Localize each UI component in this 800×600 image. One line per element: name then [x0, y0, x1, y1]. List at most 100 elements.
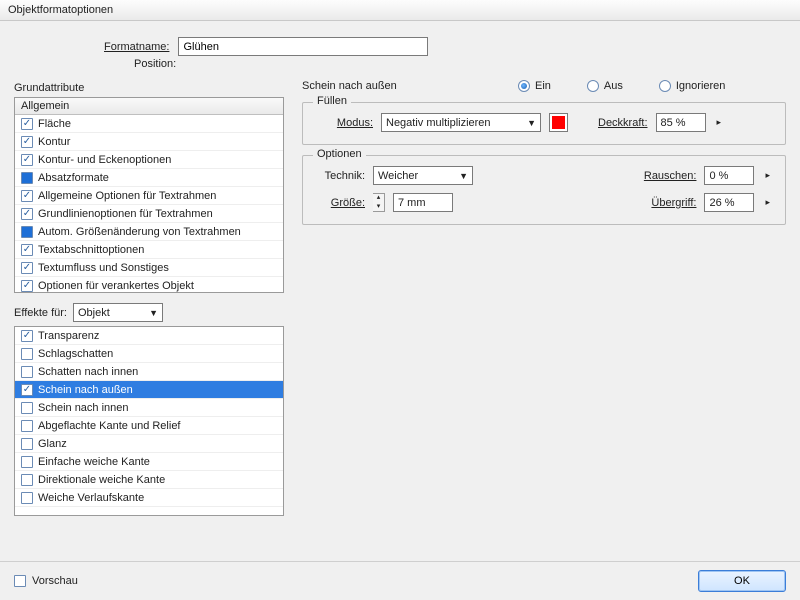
list-item[interactable]: Grundlinienoptionen für Textrahmen	[15, 205, 283, 223]
list-item[interactable]: Weiche Verlaufskante	[15, 489, 283, 507]
formatname-input[interactable]	[178, 37, 428, 56]
uebergriff-label: Übergriff:	[651, 197, 696, 209]
list-item[interactable]: Kontur- und Eckenoptionen	[15, 151, 283, 169]
size-spinner[interactable]: ▴▾	[373, 193, 385, 212]
stepper-icon[interactable]: ▸	[714, 117, 725, 128]
effects-list[interactable]: Transparenz Schlagschatten Schatten nach i…	[14, 326, 284, 516]
list-item-label: Allgemeine Optionen für Textrahmen	[38, 190, 216, 202]
list-item[interactable]: Transparenz	[15, 327, 283, 345]
checkbox-icon[interactable]	[21, 420, 33, 432]
radio-icon	[587, 80, 599, 92]
checkbox-icon[interactable]	[21, 172, 33, 184]
checkbox-icon[interactable]	[21, 366, 33, 378]
grundattribute-header: Allgemein	[15, 98, 283, 115]
optionen-legend: Optionen	[313, 148, 366, 160]
chevron-down-icon: ▼	[459, 171, 468, 181]
checkbox-icon[interactable]	[21, 348, 33, 360]
list-item[interactable]: Allgemeine Optionen für Textrahmen	[15, 187, 283, 205]
list-item[interactable]: Glanz	[15, 435, 283, 453]
radio-icon	[518, 80, 530, 92]
window-title: Objektformatoptionen	[0, 0, 800, 21]
list-item-label: Weiche Verlaufskante	[38, 492, 144, 504]
list-item-label: Schein nach außen	[38, 384, 133, 396]
checkbox-icon[interactable]	[21, 118, 33, 130]
list-item-label: Schein nach innen	[38, 402, 129, 414]
outer-glow-title: Schein nach außen	[302, 80, 482, 92]
uebergriff-input[interactable]: 26 %	[704, 193, 754, 212]
checkbox-icon[interactable]	[21, 438, 33, 450]
list-item-label: Absatzformate	[38, 172, 109, 184]
radio-icon	[659, 80, 671, 92]
optionen-group: Optionen Technik: Weicher ▼ Rauschen: 0 …	[302, 155, 786, 225]
vorschau-checkbox[interactable]: Vorschau	[14, 575, 78, 587]
effects-target-value: Objekt	[78, 307, 110, 319]
modus-dropdown[interactable]: Negativ multiplizieren ▼	[381, 113, 541, 132]
modus-value: Negativ multiplizieren	[386, 117, 491, 129]
checkbox-icon[interactable]	[21, 190, 33, 202]
radio-ignorieren[interactable]: Ignorieren	[659, 80, 726, 92]
list-item[interactable]: Einfache weiche Kante	[15, 453, 283, 471]
checkbox-icon[interactable]	[21, 330, 33, 342]
deckkraft-label: Deckkraft:	[598, 117, 648, 129]
list-item-label: Textabschnittoptionen	[38, 244, 144, 256]
radio-aus-label: Aus	[604, 80, 623, 92]
checkbox-icon[interactable]	[21, 384, 33, 396]
checkbox-icon[interactable]	[21, 208, 33, 220]
vorschau-label: Vorschau	[32, 575, 78, 587]
list-item-label: Schatten nach innen	[38, 366, 138, 378]
list-item[interactable]: Schein nach außen	[15, 381, 283, 399]
list-item-label: Einfache weiche Kante	[38, 456, 150, 468]
technik-dropdown[interactable]: Weicher ▼	[373, 166, 473, 185]
checkbox-icon[interactable]	[21, 154, 33, 166]
checkbox-icon[interactable]	[21, 262, 33, 274]
list-item-label: Direktionale weiche Kante	[38, 474, 165, 486]
list-item-label: Fläche	[38, 118, 71, 130]
radio-ign-label: Ignorieren	[676, 80, 726, 92]
stepper-icon[interactable]: ▸	[762, 170, 773, 181]
rauschen-input[interactable]: 0 %	[704, 166, 754, 185]
list-item[interactable]: Abgeflachte Kante und Relief	[15, 417, 283, 435]
list-item[interactable]: Schatten nach innen	[15, 363, 283, 381]
list-item[interactable]: Optionen für verankertes Objekt	[15, 277, 283, 293]
checkbox-icon[interactable]	[21, 474, 33, 486]
checkbox-icon[interactable]	[21, 244, 33, 256]
grundattribute-title: Grundattribute	[14, 82, 284, 94]
list-item[interactable]: Kontur	[15, 133, 283, 151]
list-item-label: Abgeflachte Kante und Relief	[38, 420, 181, 432]
list-item-label: Schlagschatten	[38, 348, 113, 360]
list-item-label: Kontur- und Eckenoptionen	[38, 154, 171, 166]
ok-button[interactable]: OK	[698, 570, 786, 592]
list-item-label: Transparenz	[38, 330, 99, 342]
list-item[interactable]: Autom. Größenänderung von Textrahmen	[15, 223, 283, 241]
checkbox-icon[interactable]	[21, 226, 33, 238]
formatname-label: Formatname:	[104, 41, 169, 53]
list-item-label: Grundlinienoptionen für Textrahmen	[38, 208, 213, 220]
list-item[interactable]: Absatzformate	[15, 169, 283, 187]
color-swatch[interactable]	[549, 113, 568, 132]
list-item[interactable]: Schlagschatten	[15, 345, 283, 363]
checkbox-icon[interactable]	[21, 492, 33, 504]
radio-aus[interactable]: Aus	[587, 80, 623, 92]
position-label: Position:	[134, 58, 786, 70]
stepper-icon[interactable]: ▸	[762, 197, 773, 208]
checkbox-icon[interactable]	[21, 402, 33, 414]
effects-for-label: Effekte für:	[14, 307, 67, 319]
list-item-label: Optionen für verankertes Objekt	[38, 280, 194, 292]
list-item[interactable]: Textumfluss und Sonstiges	[15, 259, 283, 277]
list-item-label: Textumfluss und Sonstiges	[38, 262, 169, 274]
radio-ein-label: Ein	[535, 80, 551, 92]
fuellen-group: Füllen Modus: Negativ multiplizieren ▼ D…	[302, 102, 786, 145]
effects-target-dropdown[interactable]: Objekt ▼	[73, 303, 163, 322]
list-item[interactable]: Fläche	[15, 115, 283, 133]
checkbox-icon[interactable]	[21, 136, 33, 148]
list-item[interactable]: Schein nach innen	[15, 399, 283, 417]
list-item[interactable]: Direktionale weiche Kante	[15, 471, 283, 489]
groesse-input[interactable]: 7 mm	[393, 193, 453, 212]
checkbox-icon[interactable]	[21, 280, 33, 292]
grundattribute-list[interactable]: Allgemein Fläche Kontur Kontur- und Eckeno…	[14, 97, 284, 293]
list-item-label: Kontur	[38, 136, 70, 148]
radio-ein[interactable]: Ein	[518, 80, 551, 92]
deckkraft-input[interactable]: 85 %	[656, 113, 706, 132]
checkbox-icon[interactable]	[21, 456, 33, 468]
list-item[interactable]: Textabschnittoptionen	[15, 241, 283, 259]
